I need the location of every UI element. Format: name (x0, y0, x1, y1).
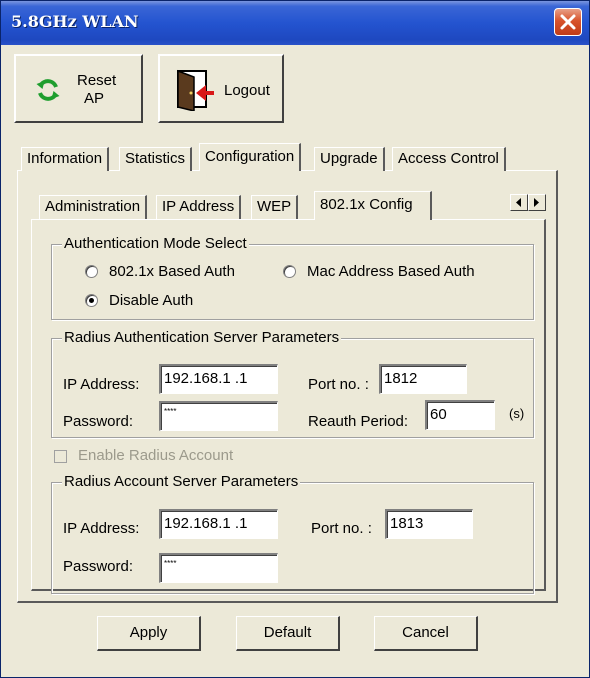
radius-account-ip-label: IP Address: (63, 520, 140, 537)
radius-auth-ip-label: IP Address: (63, 376, 140, 393)
logout-button[interactable]: Logout (158, 54, 284, 123)
reauth-period-label: Reauth Period: (308, 413, 409, 430)
label-8021x-auth: 802.1x Based Auth (109, 263, 235, 280)
close-icon (560, 14, 576, 30)
reset-label-line2: AP (84, 90, 105, 107)
reset-ap-button[interactable]: Reset AP (14, 54, 143, 123)
tab-information[interactable]: Information (21, 147, 110, 171)
window-title: 5.8GHz WLAN (11, 12, 139, 31)
radio-8021x-auth[interactable] (85, 265, 98, 278)
radius-account-port-label: Port no. : (311, 520, 372, 537)
radius-auth-title: Radius Authentication Server Parameters (62, 329, 342, 346)
subtab-ip-address[interactable]: IP Address (156, 195, 242, 219)
arrow-right-icon (534, 198, 539, 207)
cancel-button[interactable]: Cancel (374, 616, 478, 651)
tab-scroll-right-button[interactable] (528, 194, 546, 211)
radius-auth-port-label: Port no. : (308, 376, 369, 393)
radius-auth-port-field[interactable]: 1812 (379, 364, 467, 394)
subtab-wep[interactable]: WEP (251, 195, 299, 219)
door-exit-icon (177, 69, 214, 111)
radius-auth-password-label: Password: (63, 413, 134, 430)
logout-label: Logout (224, 82, 270, 99)
apply-button[interactable]: Apply (97, 616, 201, 651)
radius-account-password-field[interactable]: **** (159, 553, 278, 583)
radius-account-port-field[interactable]: 1813 (385, 509, 473, 539)
dialog-window: 5.8GHz WLAN Reset AP Logout Information … (0, 0, 590, 678)
close-button[interactable] (554, 8, 582, 36)
radius-account-title: Radius Account Server Parameters (62, 473, 301, 490)
label-disable-auth: Disable Auth (109, 292, 194, 309)
arrow-left-icon (516, 198, 521, 207)
subtab-8021x-config[interactable]: 802.1x Config (314, 191, 432, 220)
default-button[interactable]: Default (236, 616, 340, 651)
reauth-period-field[interactable]: 60 (425, 400, 495, 430)
radio-disable-auth[interactable] (85, 294, 98, 307)
title-bar[interactable]: 5.8GHz WLAN (1, 1, 589, 45)
enable-radius-account-checkbox[interactable] (54, 450, 67, 463)
radius-auth-password-field[interactable]: **** (159, 401, 278, 431)
radius-auth-ip-field[interactable]: 192.168.1 .1 (159, 364, 278, 394)
subtab-administration[interactable]: Administration (39, 195, 148, 219)
reset-label-line1: Reset (77, 72, 117, 89)
radio-mac-auth[interactable] (283, 265, 296, 278)
label-mac-auth: Mac Address Based Auth (307, 263, 475, 280)
tab-statistics[interactable]: Statistics (119, 147, 193, 171)
refresh-icon (36, 79, 60, 101)
tab-access-control[interactable]: Access Control (392, 147, 506, 171)
radio-selected-dot (89, 298, 94, 303)
enable-radius-account-label: Enable Radius Account (78, 447, 234, 464)
radius-account-ip-field[interactable]: 192.168.1 .1 (159, 509, 278, 539)
tab-upgrade[interactable]: Upgrade (314, 147, 385, 171)
auth-mode-title: Authentication Mode Select (62, 235, 249, 252)
tab-scroll-left-button[interactable] (510, 194, 528, 211)
reauth-unit-label: (s) (509, 406, 525, 421)
tab-configuration[interactable]: Configuration (199, 143, 302, 171)
radius-account-password-label: Password: (63, 558, 134, 575)
